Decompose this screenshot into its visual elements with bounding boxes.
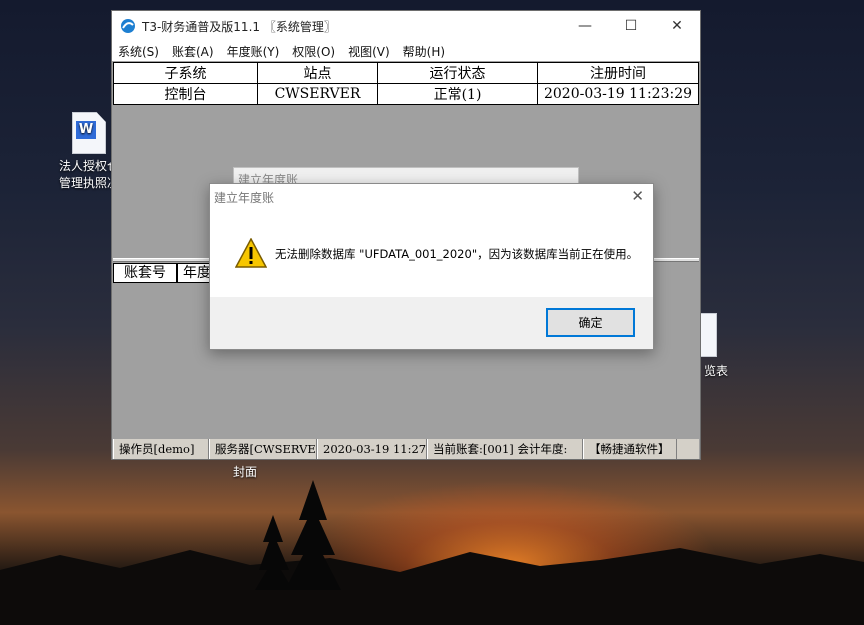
menu-help[interactable]: 帮助(H): [403, 43, 445, 60]
menu-permissions[interactable]: 权限(O): [292, 43, 335, 60]
window-title: T3-财务通普及版11.1 〖系统管理〗: [142, 19, 336, 34]
column-header: 子系统: [113, 62, 258, 84]
desktop-icon-label[interactable]: 封面: [233, 464, 257, 481]
error-message-box: 建立年度账 ✕ 无法删除数据库 "UFDATA_001_2020"，因为该数据库…: [209, 183, 654, 350]
pine-trees: [255, 480, 341, 590]
account-list-header: 账套号 年度: [113, 263, 217, 283]
status-time: 2020-03-19 11:27: [317, 439, 427, 459]
close-icon[interactable]: ✕: [631, 187, 644, 205]
table-cell[interactable]: CWSERVER: [257, 83, 378, 105]
dialog-title: 建立年度账: [214, 191, 275, 205]
menu-view[interactable]: 视图(V): [348, 43, 390, 60]
menu-system[interactable]: 系统(S): [118, 43, 159, 60]
menu-account-set[interactable]: 账套(A): [172, 43, 214, 60]
close-icon[interactable]: ✕: [654, 11, 700, 41]
status-account: 当前账套:[001] 会计年度:: [427, 439, 583, 459]
subsystem-table: 子系统 站点 运行状态 注册时间 控制台 CWSERVER 正常(1) 2020…: [113, 62, 699, 105]
word-document-icon: W: [72, 112, 106, 154]
menu-annual-account[interactable]: 年度账(Y): [227, 43, 280, 60]
menu-bar: 系统(S) 账套(A) 年度账(Y) 权限(O) 视图(V) 帮助(H): [112, 41, 700, 61]
app-logo-icon: [121, 19, 135, 33]
ok-button[interactable]: 确定: [546, 308, 635, 337]
maximize-icon[interactable]: ☐: [608, 11, 654, 41]
error-message-text: 无法删除数据库 "UFDATA_001_2020"，因为该数据库当前正在使用。: [275, 247, 639, 261]
column-header: 账套号: [113, 263, 177, 283]
mountain-silhouette: [0, 548, 864, 625]
column-header: 运行状态: [377, 62, 538, 84]
table-cell[interactable]: 正常(1): [377, 83, 538, 105]
minimize-icon[interactable]: —: [562, 11, 608, 41]
status-operator: 操作员[demo]: [113, 439, 209, 459]
dialog-footer: 确定: [210, 297, 653, 349]
table-row[interactable]: 控制台 CWSERVER 正常(1) 2020-03-19 11:23:29: [113, 83, 699, 105]
status-server: 服务器[CWSERVER]: [209, 439, 317, 459]
column-header: 站点: [257, 62, 378, 84]
warning-icon: [235, 238, 267, 268]
title-bar[interactable]: T3-财务通普及版11.1 〖系统管理〗 — ☐ ✕: [112, 11, 700, 41]
table-cell[interactable]: 控制台: [113, 83, 258, 105]
status-bar: 操作员[demo] 服务器[CWSERVER] 2020-03-19 11:27…: [113, 439, 699, 459]
table-header-row: 子系统 站点 运行状态 注册时间: [113, 62, 699, 84]
desktop-icon-label[interactable]: 览表: [704, 363, 728, 380]
table-cell[interactable]: 2020-03-19 11:23:29: [537, 83, 699, 105]
status-vendor: 【畅捷通软件】: [583, 439, 677, 459]
column-header: 注册时间: [537, 62, 699, 84]
